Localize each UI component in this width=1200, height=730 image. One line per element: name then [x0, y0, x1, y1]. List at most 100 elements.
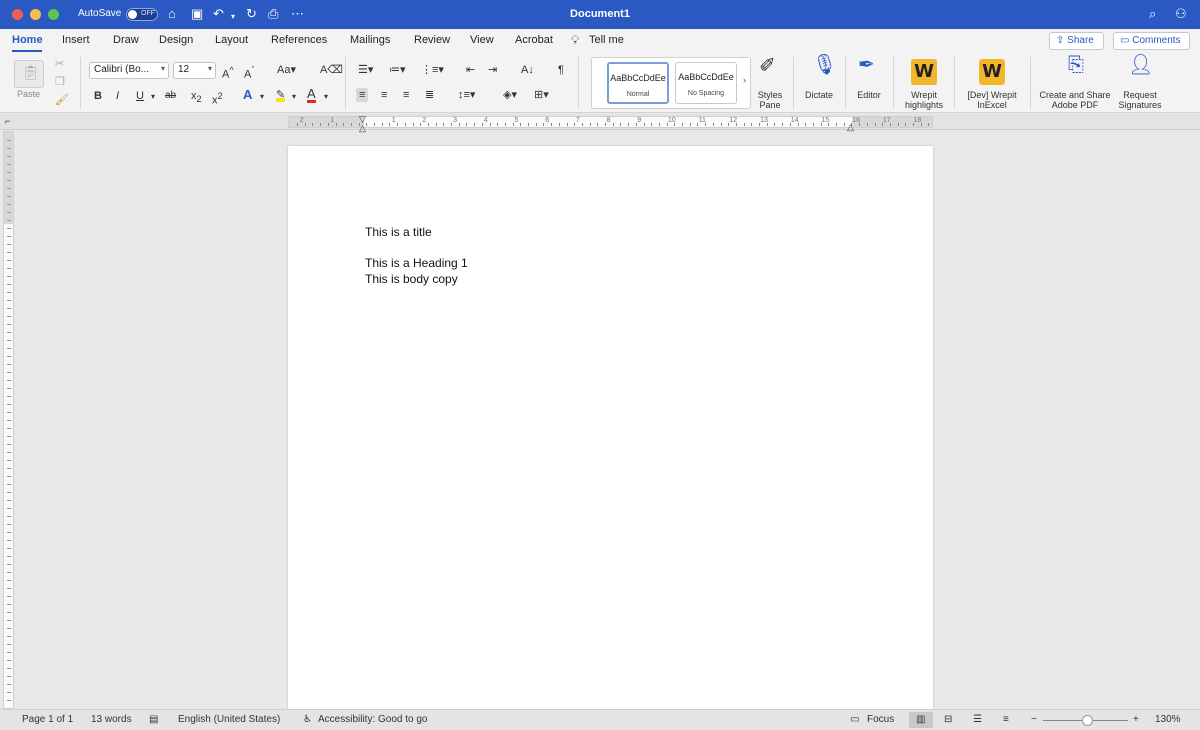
editor-pen-icon[interactable]: ✒: [858, 55, 875, 75]
align-left-button[interactable]: ≡: [356, 88, 369, 102]
tab-design[interactable]: Design: [159, 34, 193, 46]
request-signatures-button[interactable]: Request Signatures: [1114, 90, 1166, 110]
wrepit-icon[interactable]: W: [911, 59, 937, 85]
horizontal-ruler[interactable]: 2 1 1 2 3 4 5 6 7 8 9 10 11 12 13 14 15 16 17 18: [288, 116, 933, 128]
tab-review[interactable]: Review: [414, 34, 450, 46]
strikethrough-button[interactable]: ab: [165, 89, 176, 103]
ruler-tick: [7, 228, 11, 229]
multilevel-list-icon[interactable]: ⋮≡▾: [421, 63, 444, 77]
right-indent-marker[interactable]: △: [847, 120, 854, 134]
ruler-tick: [7, 332, 11, 333]
ruler-tick: [520, 123, 522, 126]
tab-acrobat[interactable]: Acrobat: [515, 34, 553, 46]
shrink-font-icon[interactable]: Aˇ: [244, 63, 254, 82]
doc-heading-line[interactable]: This is a Heading 1: [365, 256, 468, 270]
shading-icon[interactable]: ◈▾: [503, 88, 517, 102]
word-count[interactable]: 13 words: [91, 714, 132, 725]
ruler-tick: [728, 123, 730, 126]
underline-button[interactable]: U: [136, 89, 144, 103]
vertical-ruler[interactable]: [3, 131, 14, 709]
dictate-button[interactable]: Dictate: [800, 90, 838, 100]
align-right-button[interactable]: ≡: [403, 88, 409, 102]
change-case-icon[interactable]: Aa▾: [277, 63, 296, 77]
editor-button[interactable]: Editor: [851, 90, 887, 100]
zoom-slider-knob[interactable]: [1082, 715, 1093, 726]
justify-button[interactable]: ≣: [425, 88, 434, 102]
account-icon[interactable]: ⚇: [1175, 6, 1187, 22]
signature-icon[interactable]: 👤︎: [1128, 55, 1153, 75]
zoom-in-button[interactable]: +: [1133, 714, 1139, 725]
bold-button[interactable]: B: [94, 89, 102, 103]
cut-icon[interactable]: ✂: [55, 57, 64, 71]
ruler-tick: [697, 123, 699, 126]
text-effects-icon[interactable]: A: [243, 88, 252, 102]
style-normal[interactable]: AaBbCcDdEe Normal: [607, 62, 669, 104]
web-layout-icon[interactable]: ⊟: [944, 714, 952, 725]
dev-wrepit-button[interactable]: [Dev] Wrepit InExcel: [960, 90, 1024, 110]
highlight-icon[interactable]: ✎: [276, 88, 286, 102]
copy-icon[interactable]: ❐: [55, 75, 65, 89]
tab-references[interactable]: References: [271, 34, 327, 46]
format-painter-icon[interactable]: 🖌︎: [55, 93, 69, 107]
bullets-icon[interactable]: ☰▾: [358, 63, 373, 77]
tab-mailings[interactable]: Mailings: [350, 34, 390, 46]
styles-pane-icon[interactable]: ✐: [759, 56, 776, 76]
tab-view[interactable]: View: [470, 34, 494, 46]
language-status[interactable]: English (United States): [178, 714, 280, 725]
wrepit-dev-icon[interactable]: W: [979, 59, 1005, 85]
pdf-share-icon[interactable]: ⎘: [1068, 55, 1084, 75]
ruler-tick: [297, 123, 298, 126]
text-effects-dropdown-icon[interactable]: ▾: [260, 90, 264, 104]
style-no-spacing[interactable]: AaBbCcDdEe No Spacing: [675, 62, 737, 104]
highlight-dropdown-icon[interactable]: ▾: [292, 90, 296, 104]
underline-dropdown-icon[interactable]: ▾: [151, 90, 155, 104]
font-color-dropdown-icon[interactable]: ▾: [324, 90, 328, 104]
align-center-button[interactable]: ≡: [381, 88, 387, 102]
tab-stop-icon[interactable]: ⌐: [5, 114, 10, 128]
share-button[interactable]: ⇪ Share: [1049, 32, 1104, 50]
proofing-icon[interactable]: ▤: [149, 714, 158, 725]
tab-insert[interactable]: Insert: [62, 34, 90, 46]
show-formatting-icon[interactable]: ¶: [558, 63, 564, 77]
sort-icon[interactable]: A↓: [521, 63, 534, 77]
page-count[interactable]: Page 1 of 1: [22, 714, 73, 725]
styles-pane-button[interactable]: Styles Pane: [752, 90, 788, 110]
zoom-level[interactable]: 130%: [1155, 714, 1181, 725]
ruler-tick: [866, 123, 868, 126]
doc-body-line[interactable]: This is body copy: [365, 272, 458, 286]
subscript-button[interactable]: x2: [191, 89, 202, 106]
style-sample: AaBbCcDdEe: [678, 72, 734, 82]
create-share-pdf-button[interactable]: Create and Share Adobe PDF: [1036, 90, 1114, 110]
italic-button[interactable]: I: [116, 89, 119, 103]
grow-font-icon[interactable]: A^: [222, 63, 234, 82]
search-icon[interactable]: ⌕: [1149, 6, 1156, 22]
line-spacing-icon[interactable]: ↕≡▾: [458, 88, 475, 102]
chevron-down-icon: ▾: [160, 64, 165, 73]
tab-draw[interactable]: Draw: [113, 34, 139, 46]
superscript-button[interactable]: x2: [212, 89, 223, 108]
doc-title-line[interactable]: This is a title: [365, 225, 432, 239]
zoom-out-button[interactable]: −: [1031, 714, 1037, 725]
microphone-icon[interactable]: 🎙︎: [812, 55, 837, 75]
left-indent-marker[interactable]: △: [359, 121, 366, 135]
focus-button[interactable]: Focus: [867, 714, 894, 725]
comments-button[interactable]: ▭ Comments: [1113, 32, 1190, 50]
font-size-combo[interactable]: 12 ▾: [173, 62, 216, 79]
numbering-icon[interactable]: ≔▾: [389, 63, 406, 77]
clear-formatting-icon[interactable]: A⌫: [320, 63, 343, 77]
font-color-icon[interactable]: A: [307, 87, 316, 103]
draft-view-icon[interactable]: ≡: [1003, 714, 1009, 725]
ruler-tick: [7, 476, 11, 477]
tell-me-search[interactable]: Tell me: [589, 34, 624, 46]
tab-layout[interactable]: Layout: [215, 34, 248, 46]
increase-indent-icon[interactable]: ⇥: [488, 63, 497, 77]
wrepit-highlights-button[interactable]: Wrepit highlights: [898, 90, 950, 110]
tab-home[interactable]: Home: [12, 34, 43, 46]
borders-icon[interactable]: ⊞▾: [534, 88, 549, 102]
accessibility-status[interactable]: Accessibility: Good to go: [318, 714, 428, 725]
document-page[interactable]: This is a title This is a Heading 1 This…: [288, 146, 933, 710]
font-name-combo[interactable]: Calibri (Bo... ▾: [89, 62, 169, 79]
outline-view-icon[interactable]: ☰: [973, 714, 982, 725]
decrease-indent-icon[interactable]: ⇤: [466, 63, 475, 77]
gallery-more-icon[interactable]: ›: [743, 75, 746, 85]
